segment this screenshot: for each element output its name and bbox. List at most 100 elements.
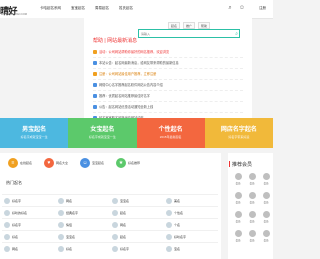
notice-item[interactable]: 活动：公司网站帮助你最好的网名推荐，欢迎浏览 — [93, 47, 243, 58]
name-text: 起名 — [120, 210, 127, 215]
banner-shop[interactable]: 网店名字起名 好名字带来好运 — [204, 118, 273, 148]
name-cell[interactable]: 好名字 — [2, 219, 56, 230]
category-banners: 男宝起名 好名字成就宝宝一生 女宝起名 好名字成就宝宝一生 个性起名 2015年… — [0, 118, 273, 148]
name-cell[interactable]: 宝宝名 — [110, 195, 164, 206]
member-item[interactable]: 会员 — [245, 173, 259, 185]
feature-item[interactable]: ≡ 在线起名 — [8, 158, 32, 168]
banner-personal[interactable]: 个性起名 2015年最新起名 — [136, 118, 205, 148]
name-cell[interactable]: 个性名 — [164, 207, 218, 218]
feature-label: 在线起名 — [20, 161, 33, 165]
name-row: 好名 宝宝名 起名 好听名字 — [2, 230, 218, 242]
member-name: 会员 — [263, 201, 269, 204]
name-cell[interactable]: 宝名 — [164, 243, 218, 254]
name-grid: 好名字 网名 宝宝名 美名 好听的好名 经典名字 起名 个性名 好名字 情侣 网名 个名 好名 宝宝名 起名… — [2, 194, 218, 254]
avatar — [4, 209, 10, 216]
banner-title: 网店名字起名 — [220, 127, 257, 133]
member-item[interactable]: 会员 — [259, 192, 273, 204]
avatar — [4, 233, 10, 240]
banner-girl[interactable]: 女宝起名 好名字成就宝宝一生 — [68, 118, 137, 148]
name-row: 好名字 网名 宝宝名 美名 — [2, 194, 218, 206]
avatar — [248, 173, 256, 180]
name-cell[interactable]: 美名 — [164, 195, 218, 206]
avatar — [248, 211, 256, 218]
nav-item-2[interactable]: 宝宝起名 — [71, 6, 85, 11]
member-item[interactable]: 会员 — [231, 173, 245, 185]
notice-icon — [93, 105, 97, 110]
name-cell[interactable]: 个名 — [164, 219, 218, 230]
name-cell[interactable]: 好名 — [56, 243, 110, 254]
tab-promo[interactable]: 推广 — [183, 22, 196, 29]
tab-name[interactable]: 起名 — [168, 22, 181, 29]
member-item[interactable]: 会员 — [259, 211, 273, 223]
notice-icon — [93, 83, 97, 88]
notice-title: 帮助 | 网站最新消息 — [93, 38, 138, 44]
name-cell[interactable]: 好名 — [2, 231, 56, 242]
notice-item[interactable]: 网络中心名字推荐起名软件网站公告内容介绍 — [93, 80, 243, 91]
member-item[interactable]: 会员 — [259, 230, 273, 242]
avatar — [166, 233, 172, 240]
avatar — [248, 192, 256, 199]
tab-help[interactable]: 帮助 — [198, 22, 211, 29]
name-text: 经典名字 — [66, 210, 79, 215]
name-cell[interactable]: 网名 — [2, 243, 56, 254]
top-bar: 晴好 WWW.QINGHAO.COM 卡哈起名系网 宝宝起名 周易起名 姓氏起名… — [0, 0, 273, 19]
name-cell[interactable]: 网名 — [56, 195, 110, 206]
feature-label: 宝宝起名 — [92, 161, 105, 165]
name-cell[interactable]: 好名字 — [2, 195, 56, 206]
name-cell[interactable]: 好名字 — [110, 243, 164, 254]
name-cell[interactable]: 经典名字 — [56, 207, 110, 218]
avatar — [58, 245, 64, 252]
name-text: 好名 — [66, 246, 73, 251]
avatar — [234, 192, 242, 199]
banner-title: 女宝起名 — [90, 127, 115, 133]
search-icon[interactable]: ⌕ — [226, 4, 234, 12]
avatar — [112, 245, 118, 252]
name-text: 宝宝名 — [66, 234, 76, 239]
feature-item[interactable]: ☺ 宝宝起名 — [80, 158, 104, 168]
avatar — [4, 221, 10, 228]
member-item[interactable]: 会员 — [245, 230, 259, 242]
name-row: 网名 好名 好名字 宝名 — [2, 242, 218, 254]
register-link[interactable]: 注册 — [255, 5, 270, 12]
name-row: 好名字 情侣 网名 个名 — [2, 218, 218, 230]
search-icon[interactable]: ⌕ — [235, 30, 238, 38]
avatar — [58, 221, 64, 228]
card-tabs: 起名 推广 帮助 — [168, 22, 211, 29]
name-cell[interactable]: 好听名字 — [164, 231, 218, 242]
name-cell[interactable]: 宝宝名 — [56, 231, 110, 242]
name-text: 个性名 — [174, 210, 184, 215]
feature-item[interactable]: ★ 好名推荐 — [116, 158, 140, 168]
banner-boy[interactable]: 男宝起名 好名字成就宝宝一生 — [0, 118, 69, 148]
name-text: 好名 — [12, 234, 19, 239]
name-cell[interactable]: 起名 — [110, 231, 164, 242]
member-name: 会员 — [249, 220, 255, 223]
avatar — [262, 211, 270, 218]
name-cell[interactable]: 好听的好名 — [2, 207, 56, 218]
nav-item-1[interactable]: 卡哈起名系网 — [40, 6, 61, 11]
member-grid: 会员 会员 会员 会员 会员 会员 会员 会员 会员 会员 会员 会员 — [231, 173, 273, 242]
member-item[interactable]: 会员 — [231, 230, 245, 242]
name-cell[interactable]: 起名 — [110, 207, 164, 218]
notice-item[interactable]: 本站公告：起名网最新消息，给网友带来帮助的最新信息 — [93, 58, 243, 69]
nav-item-3[interactable]: 周易起名 — [95, 6, 109, 11]
member-item[interactable]: 会员 — [231, 211, 245, 223]
user-icon[interactable]: ☺ — [238, 4, 246, 12]
name-text: 宝名 — [174, 246, 181, 251]
member-item[interactable]: 会员 — [245, 192, 259, 204]
notice-item[interactable]: 注册：公司网站最佳用户推荐，立即注册 — [93, 69, 243, 80]
search-input[interactable] — [141, 31, 231, 37]
avatar — [166, 221, 172, 228]
banner-subtitle: 好名字成就宝宝一生 — [20, 135, 48, 139]
feature-row: ≡ 在线起名 ♥ 网名大全 ☺ 宝宝起名 ★ 好名推荐 — [8, 158, 140, 168]
nav-item-4[interactable]: 姓氏起名 — [119, 6, 133, 11]
notice-item[interactable]: 公告：起名网站优惠活动通知全新上线 — [93, 102, 243, 113]
feature-item[interactable]: ♥ 网名大全 — [44, 158, 68, 168]
avatar — [166, 197, 172, 204]
member-item[interactable]: 会员 — [259, 173, 273, 185]
member-item[interactable]: 会员 — [245, 211, 259, 223]
name-cell[interactable]: 网名 — [110, 219, 164, 230]
member-item[interactable]: 会员 — [231, 192, 245, 204]
name-text: 网名 — [12, 246, 19, 251]
name-cell[interactable]: 情侣 — [56, 219, 110, 230]
notice-item[interactable]: 推荐：优质起名网站推荐最佳好名字 — [93, 91, 243, 102]
